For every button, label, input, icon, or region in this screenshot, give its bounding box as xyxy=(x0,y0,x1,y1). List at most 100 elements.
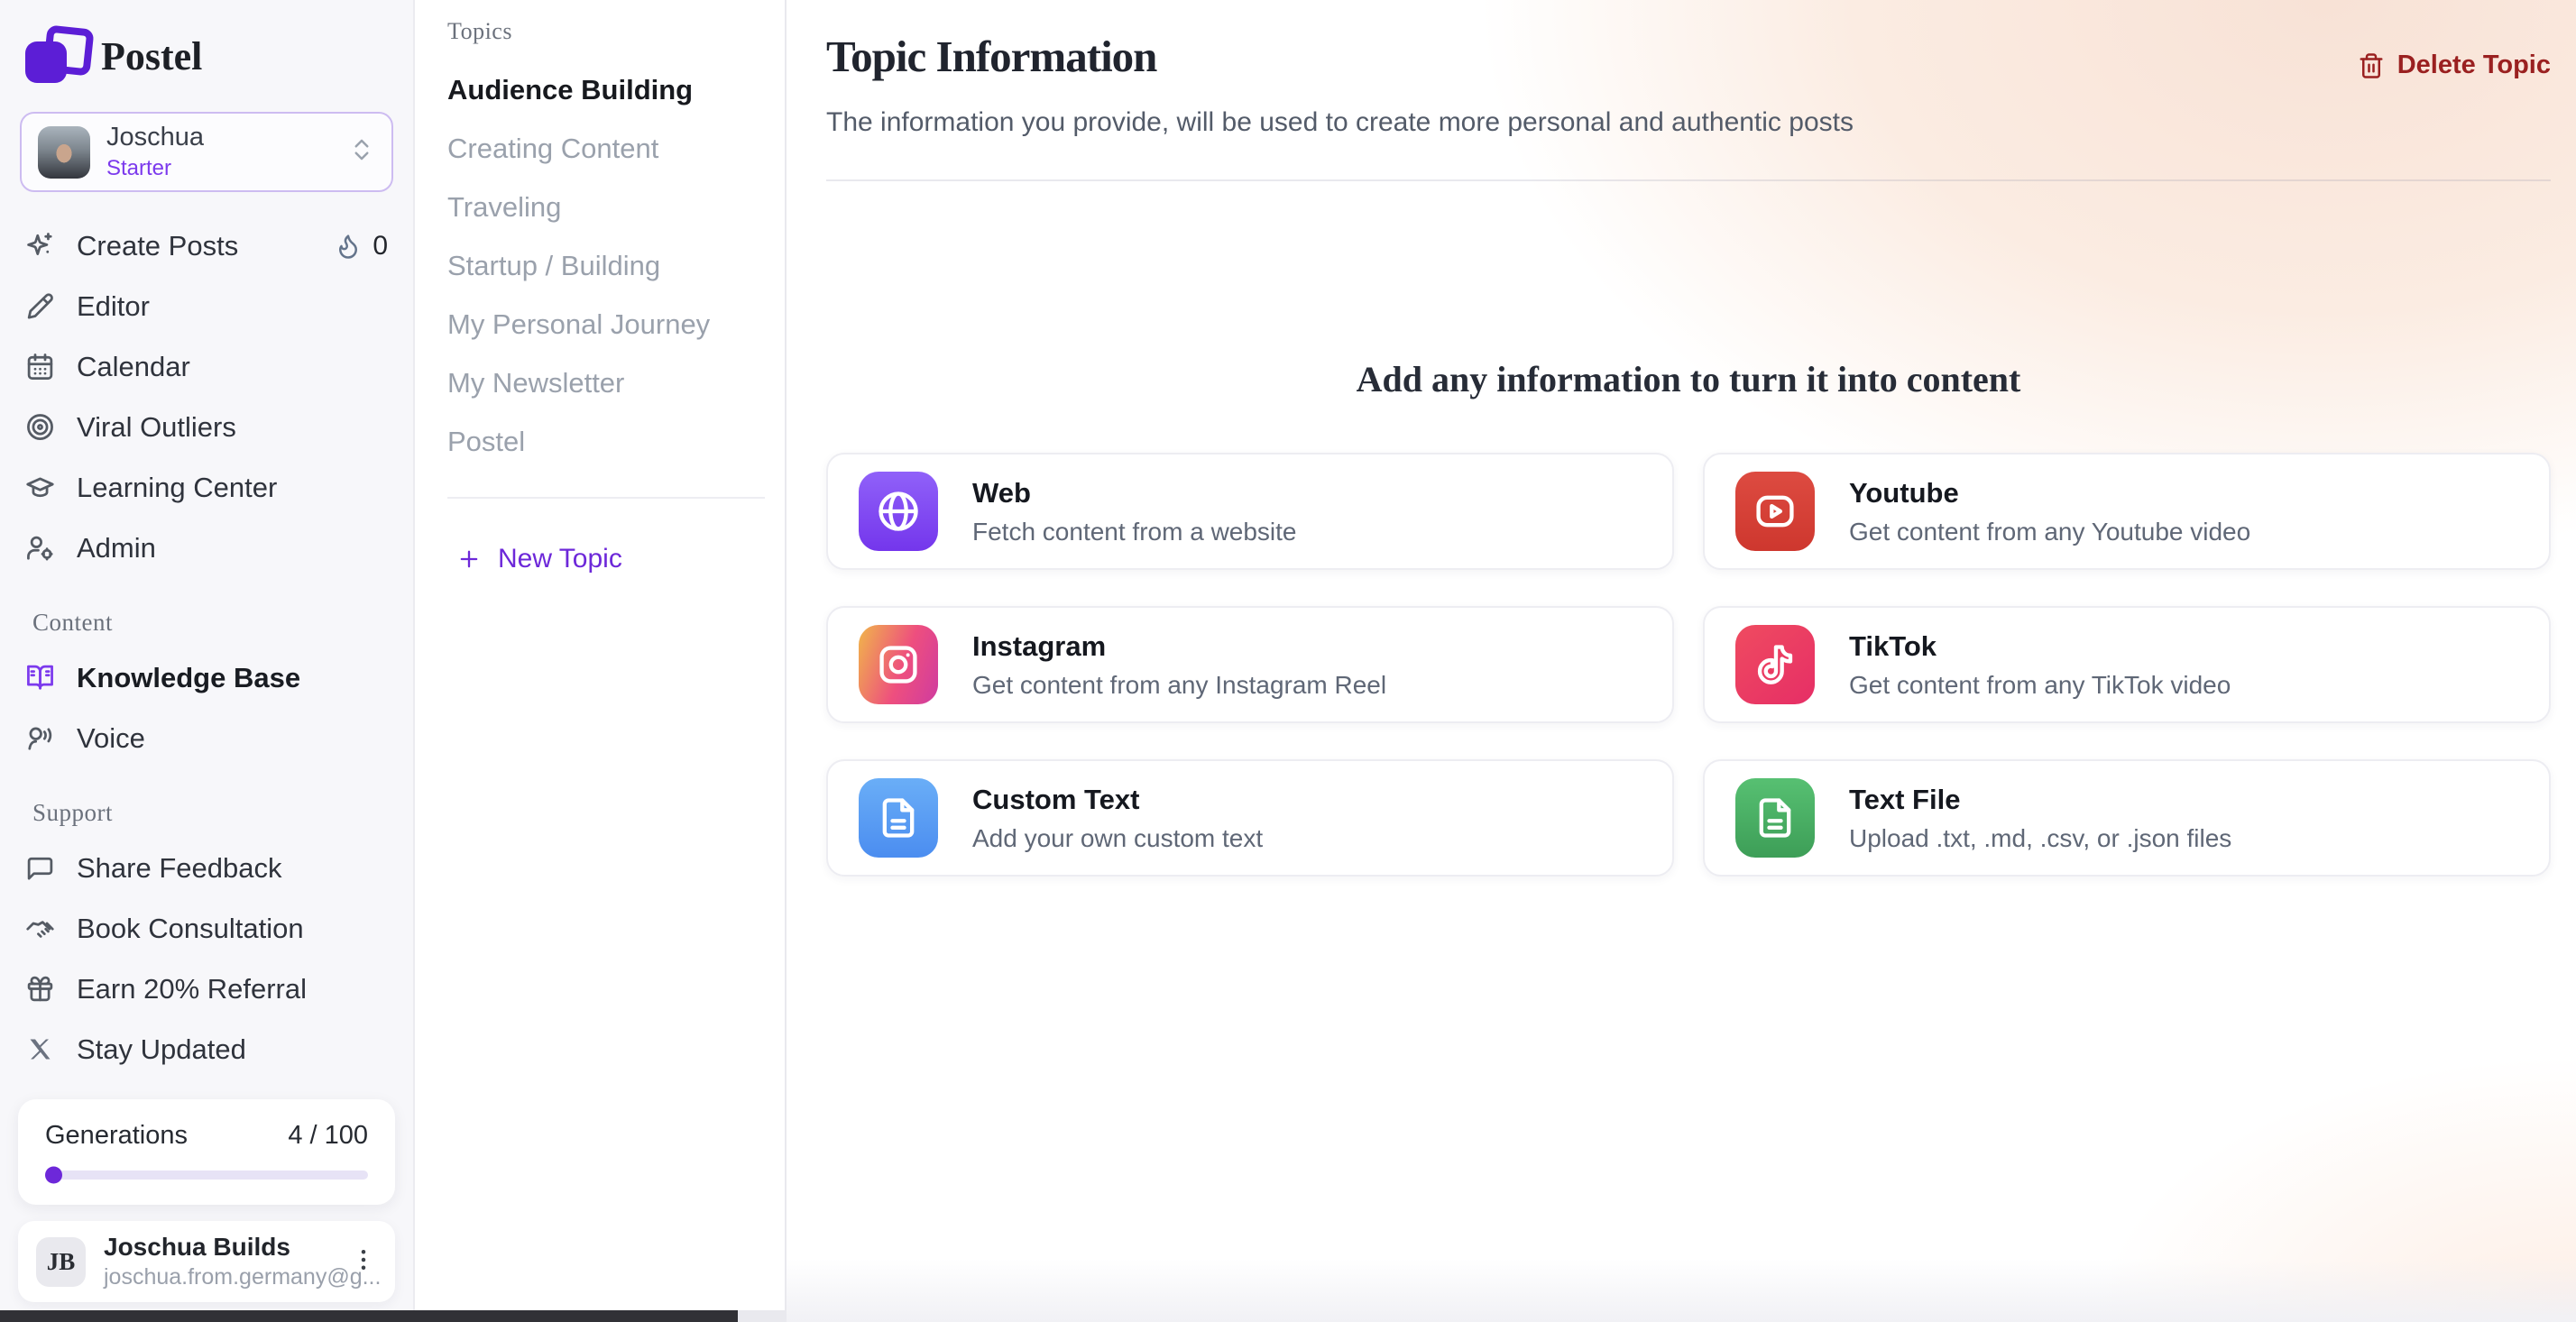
source-card-tiktok[interactable]: TikTok Get content from any TikTok video xyxy=(1703,606,2551,723)
chat-bubble-icon xyxy=(25,853,55,883)
source-card-custom-text[interactable]: Custom Text Add your own custom text xyxy=(826,759,1674,877)
source-card-text-file[interactable]: Text File Upload .txt, .md, .csv, or .js… xyxy=(1703,759,2551,877)
sidebar-item-label: Book Consultation xyxy=(77,913,304,945)
tiktok-note-icon xyxy=(1735,625,1815,704)
sidebar-item-share-feedback[interactable]: Share Feedback xyxy=(25,838,388,898)
instagram-camera-icon xyxy=(859,625,938,704)
postel-logo-icon xyxy=(25,27,83,85)
topic-item-postel[interactable]: Postel xyxy=(447,427,785,455)
topic-item-creating-content[interactable]: Creating Content xyxy=(447,134,785,162)
sidebar-item-label: Editor xyxy=(77,290,150,323)
sidebar-item-calendar[interactable]: Calendar xyxy=(25,336,388,397)
sidebar-item-create-posts[interactable]: Create Posts 0 xyxy=(25,216,388,276)
generations-usage-card: Generations 4 / 100 xyxy=(18,1099,395,1205)
source-card-youtube[interactable]: Youtube Get content from any Youtube vid… xyxy=(1703,453,2551,570)
generations-count: 4 / 100 xyxy=(288,1121,368,1151)
card-description: Get content from any TikTok video xyxy=(1849,671,2231,700)
sidebar-item-book-consultation[interactable]: Book Consultation xyxy=(25,898,388,959)
target-icon xyxy=(25,412,55,442)
source-card-web[interactable]: Web Fetch content from a website xyxy=(826,453,1674,570)
sidebar-item-label: Voice xyxy=(77,722,145,755)
account-menu[interactable]: JB Joschua Builds joschua.from.germany@g… xyxy=(18,1221,395,1302)
page-subtitle: The information you provide, will be use… xyxy=(826,107,2551,138)
app-title: Postel xyxy=(101,33,202,79)
card-description: Add your own custom text xyxy=(972,824,1263,853)
account-email: joschua.from.germany@g... xyxy=(104,1264,332,1290)
gift-icon xyxy=(25,974,55,1004)
sidebar-item-editor[interactable]: Editor xyxy=(25,276,388,336)
sidebar-nav: Create Posts 0 Editor Calendar Viral Out… xyxy=(18,216,395,1079)
handshake-icon xyxy=(25,913,55,943)
sparkles-icon xyxy=(25,231,55,261)
workspace-switcher[interactable]: Joschua Starter xyxy=(20,112,393,192)
card-description: Get content from any Youtube video xyxy=(1849,518,2250,546)
card-title: Youtube xyxy=(1849,477,2250,510)
delete-topic-label: Delete Topic xyxy=(2397,50,2551,80)
new-topic-button[interactable]: New Topic xyxy=(447,544,785,574)
voice-icon xyxy=(25,723,55,753)
topics-divider xyxy=(447,497,765,499)
document-icon xyxy=(859,778,938,858)
topics-label: Topics xyxy=(447,18,785,45)
topic-item-my-personal-journey[interactable]: My Personal Journey xyxy=(447,310,785,338)
app-logo: Postel xyxy=(18,23,395,112)
section-label-content: Content xyxy=(32,609,381,637)
card-description: Fetch content from a website xyxy=(972,518,1297,546)
sidebar-item-learning-center[interactable]: Learning Center xyxy=(25,457,388,518)
sidebar-item-earn-referral[interactable]: Earn 20% Referral xyxy=(25,959,388,1019)
app-window: Postel Joschua Starter Create Posts 0 xyxy=(0,0,2576,1322)
globe-icon xyxy=(859,472,938,551)
card-title: TikTok xyxy=(1849,630,2231,663)
avatar-initials: JB xyxy=(36,1237,86,1287)
topic-item-my-newsletter[interactable]: My Newsletter xyxy=(447,369,785,397)
credits-badge: 0 xyxy=(335,231,388,262)
sidebar-item-knowledge-base[interactable]: Knowledge Base xyxy=(25,647,388,708)
kebab-menu-icon[interactable] xyxy=(350,1246,377,1278)
flame-icon xyxy=(335,233,362,260)
section-label-support: Support xyxy=(32,799,381,827)
card-description: Get content from any Instagram Reel xyxy=(972,671,1386,700)
topics-panel: Topics Audience Building Creating Conten… xyxy=(415,0,787,1322)
sidebar-item-admin[interactable]: Admin xyxy=(25,518,388,578)
header-divider xyxy=(826,179,2551,181)
sidebar-item-viral-outliers[interactable]: Viral Outliers xyxy=(25,397,388,457)
account-name: Joschua Builds xyxy=(104,1233,332,1262)
horizontal-scrollbar-track[interactable] xyxy=(0,1310,787,1322)
youtube-play-icon xyxy=(1735,472,1815,551)
card-title: Instagram xyxy=(972,630,1386,663)
trash-icon xyxy=(2358,52,2385,79)
calendar-icon xyxy=(25,352,55,381)
sidebar-item-label: Create Posts xyxy=(77,230,238,262)
source-cards-grid: Web Fetch content from a website Youtube… xyxy=(826,453,2551,877)
delete-topic-button[interactable]: Delete Topic xyxy=(2358,50,2551,80)
card-title: Custom Text xyxy=(972,784,1263,816)
horizontal-scrollbar-thumb[interactable] xyxy=(0,1310,738,1322)
generations-progress-bar xyxy=(45,1171,368,1180)
workspace-name: Joschua xyxy=(106,123,204,152)
new-topic-label: New Topic xyxy=(498,544,622,574)
x-logo-icon xyxy=(25,1034,55,1064)
section-heading: Add any information to turn it into cont… xyxy=(826,358,2551,400)
generations-progress-fill xyxy=(45,1167,62,1184)
page-title: Topic Information xyxy=(826,31,1156,82)
user-gear-icon xyxy=(25,533,55,563)
credits-count: 0 xyxy=(373,231,388,262)
book-open-icon xyxy=(25,663,55,693)
source-card-instagram[interactable]: Instagram Get content from any Instagram… xyxy=(826,606,1674,723)
sidebar-item-label: Learning Center xyxy=(77,472,277,504)
avatar xyxy=(38,126,90,179)
sidebar: Postel Joschua Starter Create Posts 0 xyxy=(0,0,415,1322)
chevrons-up-down-icon xyxy=(348,136,375,168)
graduation-cap-icon xyxy=(25,473,55,502)
main-content: Topic Information Delete Topic The infor… xyxy=(787,0,2576,1322)
plan-badge: Starter xyxy=(106,156,204,181)
card-title: Web xyxy=(972,477,1297,510)
topic-item-startup-building[interactable]: Startup / Building xyxy=(447,252,785,280)
sidebar-item-voice[interactable]: Voice xyxy=(25,708,388,768)
sidebar-item-label: Stay Updated xyxy=(77,1033,246,1066)
topic-item-traveling[interactable]: Traveling xyxy=(447,193,785,221)
sidebar-item-label: Admin xyxy=(77,532,156,565)
sidebar-item-stay-updated[interactable]: Stay Updated xyxy=(25,1019,388,1079)
document-icon xyxy=(1735,778,1815,858)
topic-item-audience-building[interactable]: Audience Building xyxy=(447,76,785,104)
